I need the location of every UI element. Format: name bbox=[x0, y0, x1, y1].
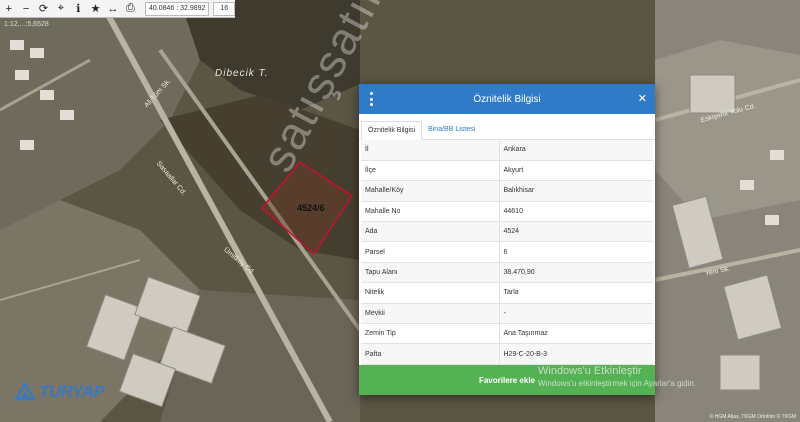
table-row: Pafta H29-C-20-B-3 bbox=[361, 343, 653, 365]
measure-icon[interactable]: ↔ bbox=[104, 0, 121, 18]
table-row: Tapu Alanı 38.470,90 bbox=[361, 262, 653, 284]
row-value: - bbox=[499, 303, 653, 325]
row-value: 44610 bbox=[499, 201, 653, 223]
tab-attribute-info[interactable]: Öznitelik Bilgisi bbox=[361, 121, 423, 140]
row-value: H29-C-20-B-3 bbox=[499, 343, 653, 365]
map-attribution: © HGM Atlas, TKGM Ortofoto © TKGM bbox=[709, 414, 796, 420]
row-value: 38.470,90 bbox=[499, 262, 653, 284]
modal-header: Öznitelik Bilgisi ✕ bbox=[359, 84, 655, 114]
table-row: Mahalle/Köy Balıkhisar bbox=[361, 180, 653, 202]
zoom-out-icon[interactable]: − bbox=[17, 0, 34, 18]
row-value: Ana Taşınmaz bbox=[499, 323, 653, 345]
table-row: Mahalle No 44610 bbox=[361, 201, 653, 223]
map-toolbar: + − ⟳ ⌖ ℹ ★ ↔ ⎙ 40.0846 : 32.9892 16 bbox=[0, 0, 235, 18]
star-icon[interactable]: ★ bbox=[87, 0, 104, 18]
place-label: Dibecik T. bbox=[215, 68, 269, 79]
windows-activation-notice: Windows'u Etkinleştir Windows'u etkinleş… bbox=[538, 365, 696, 388]
zoom-in-icon[interactable]: + bbox=[0, 0, 17, 18]
row-value: Ankara bbox=[499, 140, 653, 161]
row-value: 6 bbox=[499, 241, 653, 263]
row-key: Parsel bbox=[361, 241, 500, 263]
coordinates-field: 40.0846 : 32.9892 bbox=[145, 1, 210, 16]
print-icon[interactable]: ⎙ bbox=[122, 0, 139, 18]
table-row: Ada 4524 bbox=[361, 221, 653, 243]
kebab-menu-icon[interactable] bbox=[368, 92, 374, 106]
row-value: Balıkhisar bbox=[499, 180, 653, 202]
table-row: Mevkii - bbox=[361, 303, 653, 325]
modal-title: Öznitelik Bilgisi bbox=[473, 93, 541, 105]
table-row: Nitelik Tarla bbox=[361, 282, 653, 304]
brand-name: TURYAP bbox=[39, 382, 105, 401]
locate-icon[interactable]: ⌖ bbox=[52, 0, 69, 18]
parcel-label: 4524/6 bbox=[297, 203, 325, 213]
table-row: İlçe Akyurt bbox=[361, 160, 653, 182]
row-key: Mahalle No bbox=[361, 201, 500, 223]
refresh-icon[interactable]: ⟳ bbox=[35, 0, 52, 18]
row-key: Ada bbox=[361, 221, 500, 243]
table-row: Zemin Tip Ana Taşınmaz bbox=[361, 323, 653, 345]
modal-tabs: Öznitelik Bilgisi Bina/BB Listesi bbox=[359, 114, 655, 140]
attribute-table: İl Ankara İlçe Akyurt Mahalle/Köy Balıkhisa… bbox=[361, 140, 653, 365]
row-key: Tapu Alanı bbox=[361, 262, 500, 284]
scale-text: 1:12,...:5,6528 bbox=[4, 21, 49, 28]
row-value: 4524 bbox=[499, 221, 653, 243]
row-value: Tarla bbox=[499, 282, 653, 304]
brand-icon bbox=[14, 381, 36, 401]
row-key: Nitelik bbox=[361, 282, 500, 304]
info-icon[interactable]: ℹ bbox=[70, 0, 87, 18]
table-row: Parsel 6 bbox=[361, 241, 653, 263]
brand-logo: TURYAP bbox=[14, 381, 105, 403]
row-key: Mahalle/Köy bbox=[361, 180, 500, 202]
row-key: İlçe bbox=[361, 160, 500, 182]
row-key: Zemin Tip bbox=[361, 323, 500, 345]
close-icon[interactable]: ✕ bbox=[638, 92, 647, 105]
activation-title: Windows'u Etkinleştir bbox=[538, 365, 642, 377]
row-key: Mevkii bbox=[361, 303, 500, 325]
tab-building-list[interactable]: Bina/BB Listesi bbox=[422, 121, 481, 139]
row-key: İl bbox=[361, 140, 500, 161]
row-value: Akyurt bbox=[499, 160, 653, 182]
activation-subtitle: Windows'u etkinleştirmek için Ayarlar'a … bbox=[538, 379, 697, 388]
zoom-level-field: 16 bbox=[213, 1, 235, 16]
row-key: Pafta bbox=[361, 343, 500, 365]
attribute-info-modal: Öznitelik Bilgisi ✕ Öznitelik Bilgisi Bi… bbox=[359, 84, 655, 395]
table-row: İl Ankara bbox=[361, 140, 653, 161]
